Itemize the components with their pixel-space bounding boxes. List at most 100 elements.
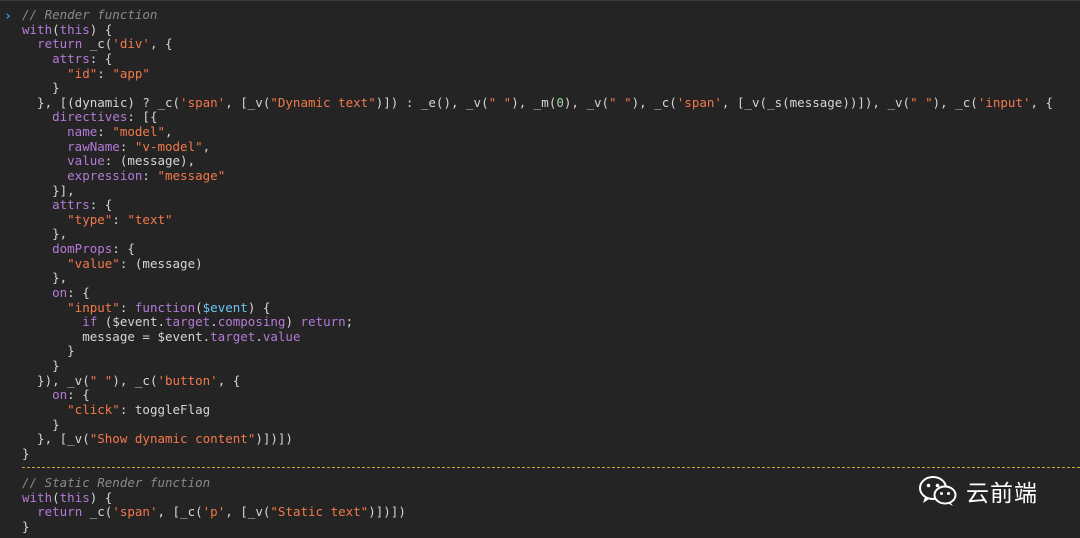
code-token: }, xyxy=(22,270,68,286)
wechat-icon xyxy=(919,476,957,506)
code-token: "id" xyxy=(67,65,98,81)
code-token: domProps xyxy=(52,241,113,256)
code-token: value xyxy=(67,153,105,169)
code-token: 'span' xyxy=(112,504,158,520)
code-token: . xyxy=(255,328,263,344)
code-token: ) xyxy=(285,314,301,330)
code-token: : xyxy=(119,299,135,315)
code-token: name xyxy=(67,124,98,139)
code-token: , xyxy=(165,124,173,139)
code-token: function xyxy=(134,299,196,315)
code-token: "message" xyxy=(157,167,226,183)
code-token: : xyxy=(97,124,113,139)
code-line: value: (message), xyxy=(22,153,1053,169)
code-token: "Static text" xyxy=(270,504,369,520)
code-token: on xyxy=(52,284,68,300)
code-token: 'span' xyxy=(676,94,722,110)
code-token: , [_v(_s(message))]), _v( xyxy=(721,94,911,110)
code-token: 'div' xyxy=(112,36,150,52)
code-token: // Render function xyxy=(22,7,158,22)
code-token: , { xyxy=(1030,94,1054,110)
code-token: // Static Render function xyxy=(22,475,211,490)
code-token: on xyxy=(52,387,68,403)
code-line: } xyxy=(22,344,1053,359)
code-token: this xyxy=(59,489,90,505)
code-token: target xyxy=(210,328,256,344)
code-line: attrs: { xyxy=(22,197,1053,213)
code-token: attrs xyxy=(52,50,90,66)
code-token: , { xyxy=(149,36,173,52)
code-line: }, xyxy=(22,227,1053,242)
code-line: expression: "message" xyxy=(22,167,1053,184)
code-token: "Show dynamic content" xyxy=(89,431,256,447)
code-token: "value" xyxy=(67,255,120,271)
code-token: ) { xyxy=(89,489,113,505)
code-line: domProps: { xyxy=(22,241,1053,257)
code-token: "click" xyxy=(67,401,120,417)
devtools-console: › // Render function with(this) { return … xyxy=(0,0,1080,538)
code-token: ) { xyxy=(89,21,113,37)
code-token: }], xyxy=(22,182,75,198)
log-separator xyxy=(22,467,1080,468)
code-line: with(this) { xyxy=(22,21,1053,38)
code-line: "id": "app" xyxy=(22,65,1053,82)
code-token: _c( xyxy=(82,504,113,520)
code-token: directives xyxy=(52,109,128,125)
code-token: , [_v( xyxy=(225,504,271,520)
code-token: 'span' xyxy=(180,94,226,110)
code-token: )])]) xyxy=(368,504,406,520)
code-line: name: "model", xyxy=(22,124,1053,140)
code-token: } xyxy=(22,358,60,373)
code-token: , { xyxy=(217,372,241,388)
code-token: message = $event. xyxy=(22,328,211,344)
code-line: return _c('span', [_c('p', [_v("Static t… xyxy=(22,504,406,520)
code-line: rawName: "v-model", xyxy=(22,138,1053,155)
code-token: } xyxy=(22,518,30,534)
code-token: }), _v( xyxy=(22,372,90,388)
code-token: 'input' xyxy=(977,94,1031,110)
code-token: }, [_v( xyxy=(22,431,90,447)
code-line: } xyxy=(22,417,1053,433)
code-token: } xyxy=(22,445,30,461)
code-token: : { xyxy=(89,197,113,213)
code-line: message = $event.target.value xyxy=(22,328,1053,345)
code-token: _c( xyxy=(82,36,113,52)
code-token: : { xyxy=(89,50,113,66)
code-token: "model" xyxy=(112,124,166,139)
code-token: } xyxy=(22,343,75,359)
code-token: "type" xyxy=(67,211,113,227)
code-line: }), _v(" "), _c('button', { xyxy=(22,372,1053,389)
code-token: , xyxy=(202,138,211,154)
code-token: target xyxy=(165,314,211,330)
code-token: value xyxy=(262,328,301,344)
watermark: 云前端 xyxy=(918,474,1038,508)
code-token: } xyxy=(22,80,60,96)
code-token: ), _c( xyxy=(112,372,158,388)
code-token: " " xyxy=(910,94,933,110)
static-render-function-code[interactable]: // Static Render function with(this) { re… xyxy=(22,475,406,535)
code-line: if ($event.target.composing) return; xyxy=(22,314,1053,330)
code-line: directives: [{ xyxy=(22,110,1053,125)
code-token: ($event. xyxy=(97,314,166,330)
code-line: }, [_v("Show dynamic content")])]) xyxy=(22,431,1053,447)
code-line: "value": (message) xyxy=(22,255,1053,272)
code-token: "Dynamic text" xyxy=(270,94,376,110)
code-line: "type": "text" xyxy=(22,211,1053,228)
code-token: ), _m( xyxy=(511,94,557,110)
code-token: }, [(dynamic) ? _c( xyxy=(22,94,181,110)
code-token: " " xyxy=(609,94,632,110)
code-token: : xyxy=(112,211,128,227)
code-token: return xyxy=(37,36,83,52)
code-token: return xyxy=(300,314,346,330)
render-function-code[interactable]: // Render function with(this) { return _c… xyxy=(22,7,1054,461)
